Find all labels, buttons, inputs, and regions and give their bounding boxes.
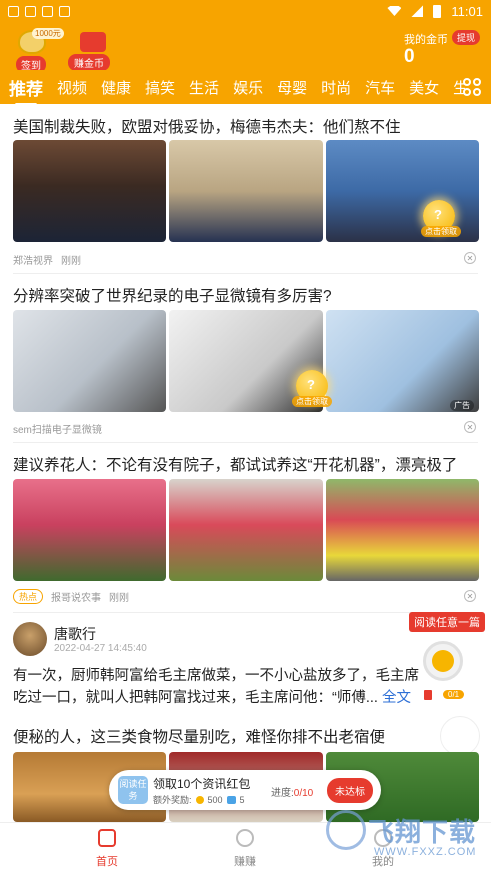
read-more-link[interactable]: 全文 <box>382 690 411 706</box>
tab-entertainment[interactable]: 娱乐 <box>233 77 263 98</box>
image-icon <box>25 5 36 17</box>
article-title[interactable]: 便秘的人，这三类食物尽量别吃，难怪你排不出老宿便 <box>13 725 385 747</box>
article-images[interactable] <box>13 140 479 242</box>
dismiss-icon[interactable]: ✕ <box>464 590 476 602</box>
article-title[interactable]: 建议养花人：不论有没有院子，都试试养这“开花机器”，漂亮极了 <box>13 453 457 475</box>
ad-tag: 广告 <box>450 400 474 411</box>
notification-icons <box>8 5 70 17</box>
task-bonus: 额外奖励: 500 5 <box>153 793 245 806</box>
task-icon: 阅读任务 <box>118 776 148 804</box>
nav-earn[interactable]: 赚赚 <box>215 829 275 869</box>
dismiss-icon[interactable]: ✕ <box>464 252 476 264</box>
clock: 11:01 <box>451 3 483 19</box>
avatar[interactable] <box>13 622 47 656</box>
article-title[interactable]: 分辨率突破了世界纪录的电子显微镜有多厉害? <box>13 284 332 306</box>
earn-coins-label: 赚金币 <box>68 54 110 71</box>
reading-coin-icon[interactable] <box>423 641 463 681</box>
article-meta: 热点 报哥说农事 刚刚 <box>13 589 129 604</box>
post-text[interactable]: 有一次，厨师韩阿富给毛主席做菜，一不小心盐放多了，毛主席吃过一口，就叫人把韩阿富… <box>13 665 431 709</box>
task-status-button[interactable]: 未达标 <box>327 778 373 803</box>
reward-coin-label[interactable]: 点击领取 <box>292 396 332 407</box>
tab-fashion[interactable]: 时尚 <box>321 77 351 98</box>
watermark-logo-icon <box>326 810 366 850</box>
article-images[interactable] <box>13 310 479 412</box>
withdraw-button[interactable]: 提现 <box>452 30 481 45</box>
article-image-3 <box>326 310 479 412</box>
article-image-2 <box>169 479 323 581</box>
tab-funny[interactable]: 搞笑 <box>145 77 175 98</box>
red-envelope-icon <box>424 690 432 700</box>
post-time: 2022-04-27 14:45:40 <box>54 643 147 654</box>
category-tabs: 推荐 视频 健康 搞笑 生活 娱乐 母婴 时尚 汽车 美女 生 <box>0 70 491 106</box>
tab-auto[interactable]: 汽车 <box>365 77 395 98</box>
nav-earn-label: 赚赚 <box>234 856 256 868</box>
article-image-1 <box>13 140 166 242</box>
article-time: 刚刚 <box>61 256 81 267</box>
tab-recommend[interactable]: 推荐 <box>9 75 43 106</box>
tab-health[interactable]: 健康 <box>101 77 131 98</box>
reading-progress: 0/1 <box>443 690 465 699</box>
task-title: 领取10个资讯红包 <box>153 777 251 791</box>
signin-badge: 1000元 <box>32 28 64 39</box>
home-icon <box>98 829 116 847</box>
tab-beauty[interactable]: 美女 <box>409 77 439 98</box>
watermark-url: WWW.FXXZ.COM <box>374 846 477 858</box>
tab-life[interactable]: 生活 <box>189 77 219 98</box>
coin-icon <box>195 795 204 804</box>
bonus-label: 额外奖励: <box>153 795 192 805</box>
battery-icon <box>433 4 442 18</box>
post-body: 有一次，厨师韩阿富给毛主席做菜，一不小心盐放多了，毛主席吃过一口，就叫人把韩阿富… <box>13 668 419 706</box>
signin-button[interactable]: 1000元 签到 <box>14 28 64 73</box>
article-image-1 <box>13 479 166 581</box>
article-images[interactable] <box>13 479 479 581</box>
my-coins-label: 我的金币 <box>404 34 448 46</box>
signal-icon <box>411 5 424 17</box>
task-progress-value: 0/10 <box>293 788 314 799</box>
coin-balance: 0 <box>404 46 415 67</box>
coin-icon <box>236 829 254 847</box>
task-progress: 进度:0/10 <box>271 784 313 799</box>
header: 1000元 签到 赚金币 我的金币 提现 0 <box>0 22 491 73</box>
article-source: 报哥说农事 <box>51 593 102 604</box>
article-image-1 <box>13 310 166 412</box>
box-reward: 5 <box>239 794 245 805</box>
save-icon <box>42 5 53 17</box>
article-title[interactable]: 美国制裁失败，欧盟对俄妥协，梅德韦杰夫：他们熬不住 <box>13 115 401 137</box>
nav-home[interactable]: 首页 <box>77 829 137 869</box>
red-packet-icon <box>80 32 106 52</box>
earn-coins-button[interactable]: 赚金币 <box>68 32 118 71</box>
nav-home-label: 首页 <box>96 856 118 868</box>
post-author[interactable]: 唐歌行 <box>54 624 96 644</box>
tab-video[interactable]: 视频 <box>57 77 87 98</box>
tab-parenting[interactable]: 母婴 <box>277 77 307 98</box>
article-meta: sem扫描电子显微镜 <box>13 421 102 436</box>
divider <box>13 442 478 443</box>
shield-icon <box>8 5 19 17</box>
box-icon <box>226 795 236 804</box>
status-bar: 11:01 <box>0 0 491 22</box>
article-source: sem扫描电子显微镜 <box>13 425 102 436</box>
category-grid-icon[interactable] <box>463 78 481 96</box>
task-progress-label: 进度: <box>271 788 294 799</box>
hot-badge: 热点 <box>13 589 44 604</box>
article-image-3 <box>326 479 479 581</box>
floating-button[interactable] <box>440 716 480 756</box>
wifi-icon <box>387 6 402 16</box>
article-source: 郑浩视界 <box>13 256 53 267</box>
watermark: 飞翔下载 WWW.FXXZ.COM <box>322 806 490 866</box>
article-meta: 郑浩视界 刚刚 <box>13 252 81 267</box>
reward-coin-label[interactable]: 点击领取 <box>421 226 461 237</box>
reading-task-bar[interactable]: 阅读任务 领取10个资讯红包 额外奖励: 500 5 进度:0/10 未达标 <box>109 770 381 810</box>
article-image-2 <box>169 140 323 242</box>
article-time: 刚刚 <box>109 593 130 604</box>
reading-task-label[interactable]: 阅读任意一篇 <box>409 612 485 632</box>
watermark-text: 飞翔下载 <box>368 817 477 847</box>
coin-reward: 500 <box>207 794 223 805</box>
dismiss-icon[interactable]: ✕ <box>464 421 476 433</box>
app-icon <box>59 5 70 17</box>
divider <box>13 273 478 274</box>
